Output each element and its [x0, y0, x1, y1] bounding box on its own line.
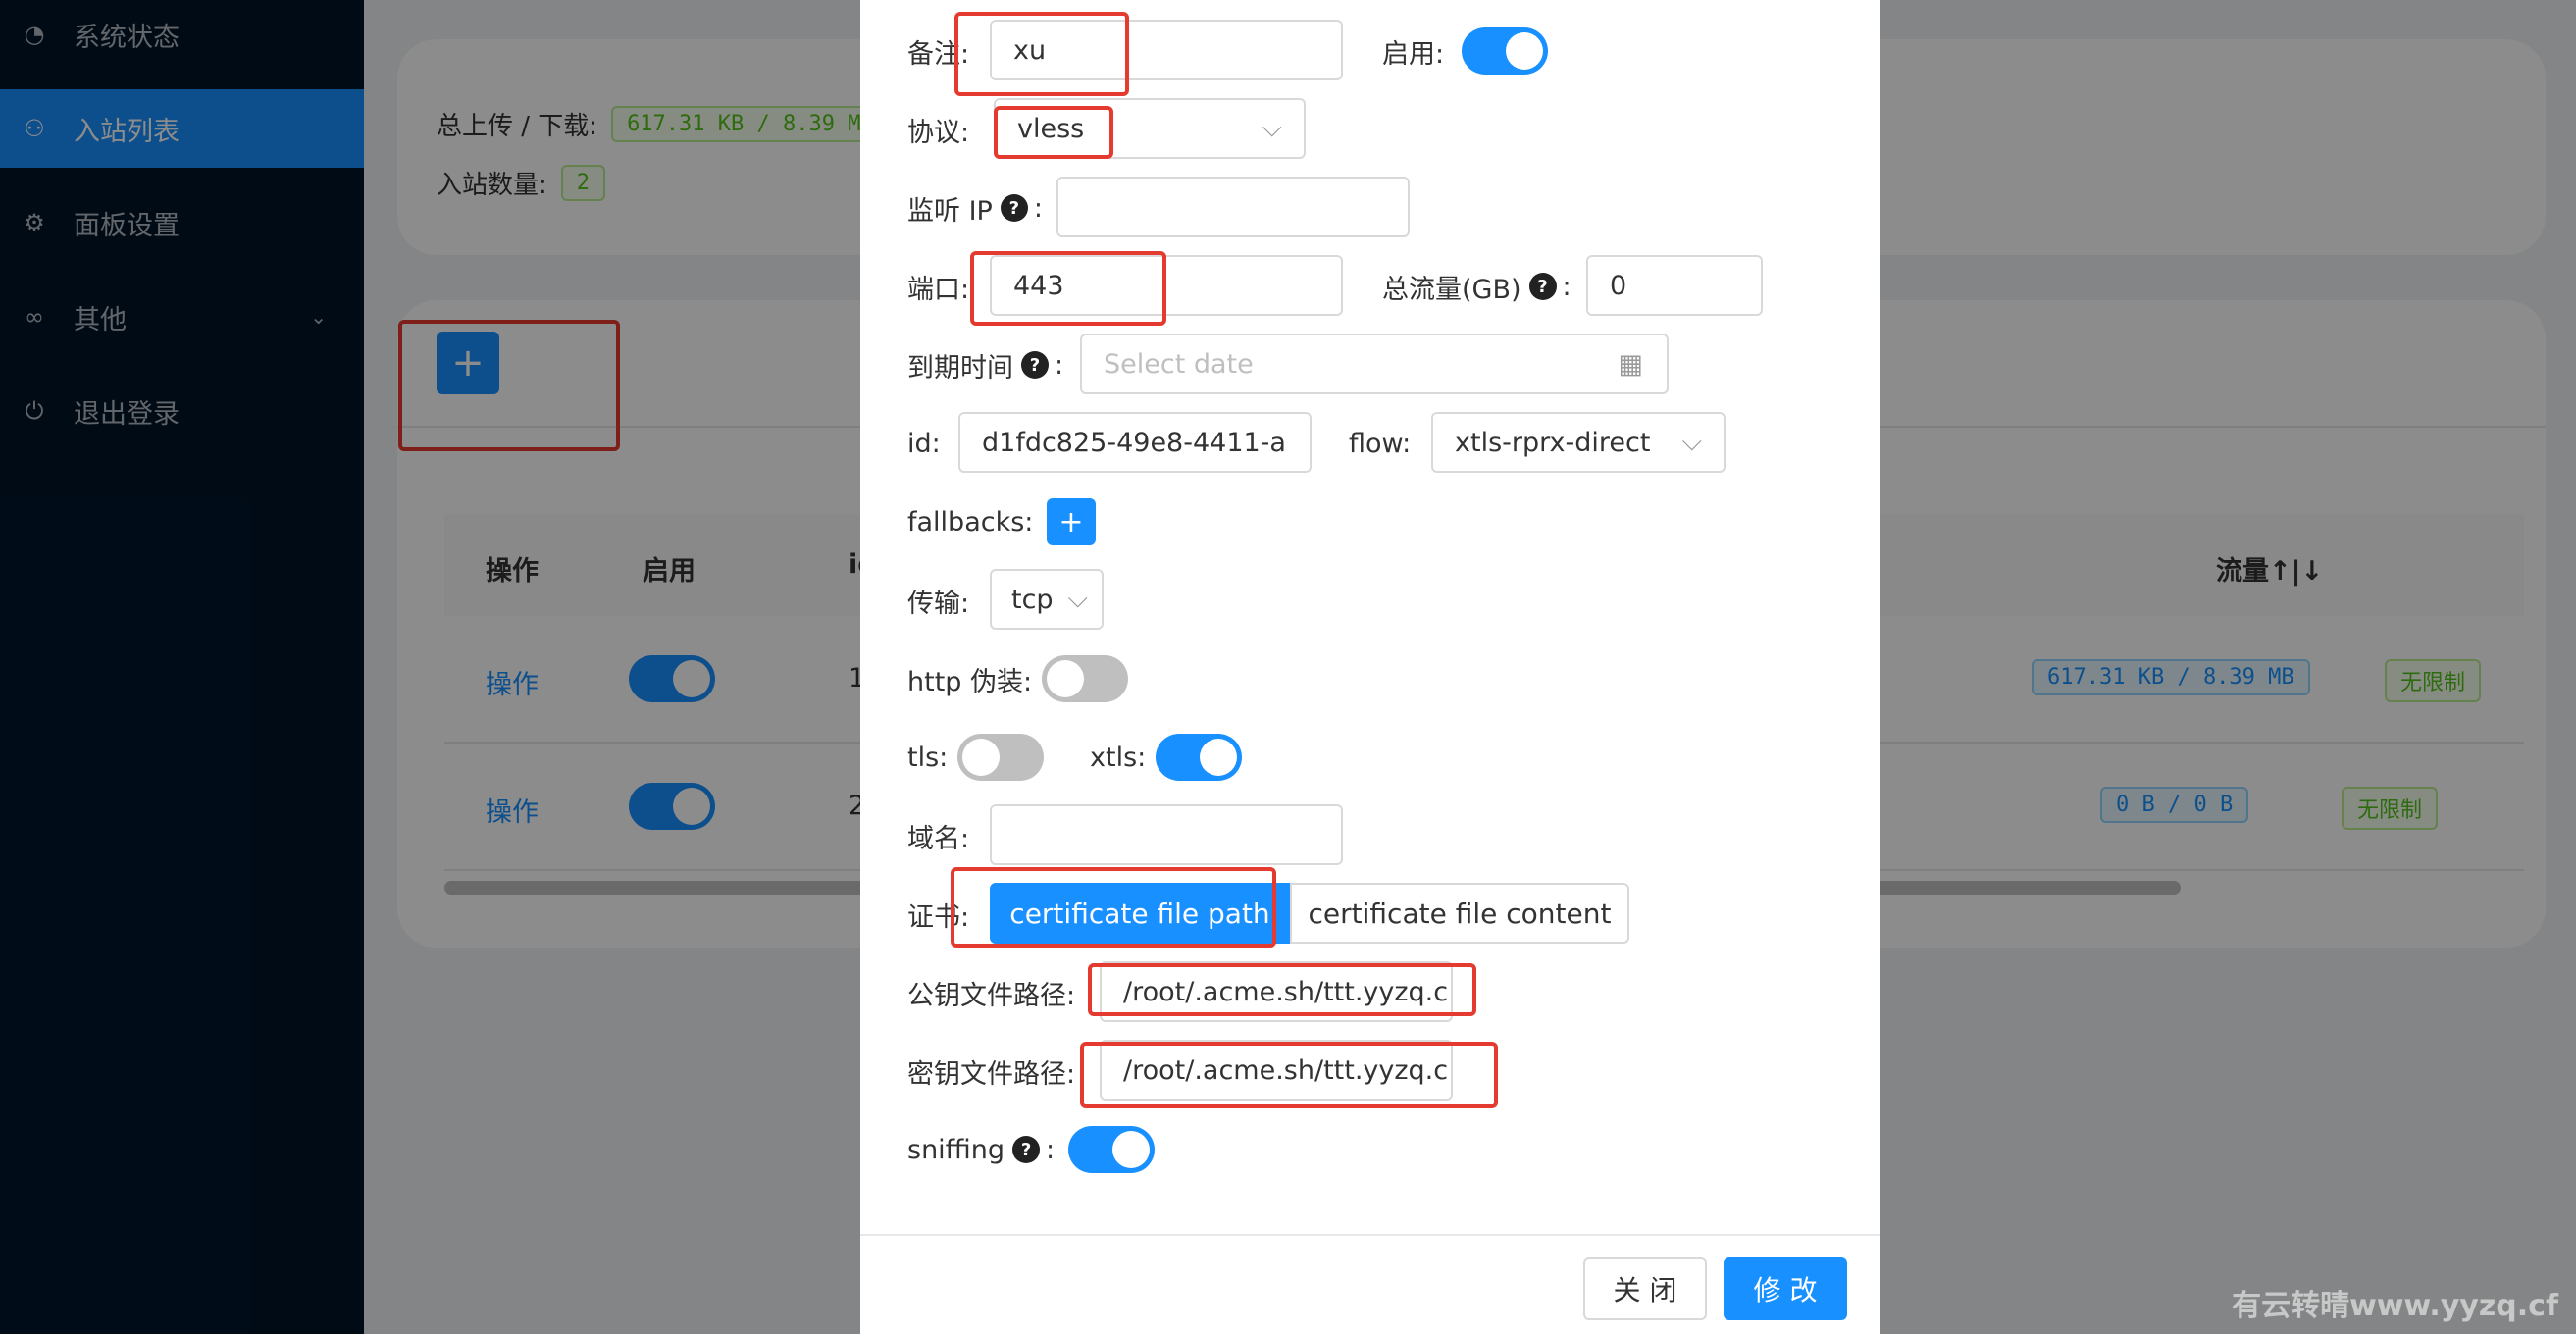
domain-row: 域名: [907, 804, 969, 867]
cert-content-tab[interactable]: certificate file content [1290, 883, 1629, 944]
close-button[interactable]: 关 闭 [1583, 1257, 1707, 1320]
watermark: 有云转晴www.yyzq.cf [2232, 1289, 2558, 1323]
xtls-label: xtls: [1090, 742, 1147, 773]
listen-ip-input[interactable] [1056, 177, 1410, 237]
help-icon[interactable]: ? [1021, 351, 1049, 379]
transport-select[interactable]: tcp ⌵ [990, 569, 1104, 630]
highlight-box [970, 251, 1166, 326]
enable-row: 启用: [1382, 20, 1549, 82]
fallbacks-label: fallbacks: [907, 506, 1034, 538]
chevron-down-icon: ⌵ [1681, 427, 1702, 457]
expire-row: 到期时间 ? : [907, 334, 1063, 396]
tls-label: tls: [907, 742, 949, 773]
total-traffic-row: 总流量(GB) ? : [1382, 255, 1571, 318]
help-icon[interactable]: ? [1000, 194, 1028, 222]
transport-row: 传输: [907, 569, 969, 632]
id-row: id: [907, 412, 941, 475]
enable-switch[interactable] [1462, 27, 1549, 75]
help-icon[interactable]: ? [1012, 1136, 1041, 1163]
pubkey-row: 公钥文件路径: [907, 961, 1075, 1024]
expire-placeholder: Select date [1104, 348, 1254, 380]
total-traffic-input[interactable]: 0 [1586, 255, 1763, 316]
sniffing-label: sniffing [907, 1134, 1005, 1165]
domain-input[interactable] [990, 804, 1343, 865]
privkey-label: 密钥文件路径: [907, 1058, 1076, 1090]
flow-select[interactable]: xtls-rprx-direct ⌵ [1431, 412, 1726, 473]
id-label: id: [907, 428, 941, 459]
highlight-box [951, 867, 1276, 948]
highlight-box [1080, 1042, 1498, 1108]
protocol-row: 协议: [907, 98, 969, 161]
listen-label: 监听 IP [907, 195, 993, 227]
domain-label: 域名: [907, 823, 970, 854]
highlight-box [954, 12, 1129, 96]
add-fallback-button[interactable]: + [1047, 498, 1096, 545]
uuid-input[interactable]: d1fdc825-49e8-4411-a [958, 412, 1312, 473]
protocol-label: 协议: [907, 117, 970, 148]
fallbacks-row: fallbacks: [907, 490, 1033, 553]
enable-label: 启用: [1382, 38, 1445, 70]
listen-row: 监听 IP ? : [907, 177, 1043, 239]
flow-row: flow: [1349, 412, 1411, 475]
port-row: 端口: [907, 255, 969, 318]
pubkey-label: 公钥文件路径: [907, 980, 1076, 1011]
chevron-down-icon: ⌵ [1067, 584, 1088, 614]
sniffing-switch[interactable] [1068, 1126, 1156, 1173]
privkey-row: 密钥文件路径: [907, 1040, 1075, 1103]
highlight-box [1088, 963, 1476, 1016]
edit-inbound-modal: 备注: xu 启用: 协议: vless ⌵ 监听 IP ? : 端口: 443… [860, 0, 1880, 1334]
http-row: http 伪装: [907, 647, 1129, 710]
xtls-row: xtls: [1090, 726, 1243, 789]
sniffing-row: sniffing ? : [907, 1118, 1156, 1181]
flow-label: flow: [1349, 428, 1412, 459]
http-switch[interactable] [1042, 655, 1129, 702]
calendar-icon: ▦ [1618, 348, 1643, 380]
port-label: 端口: [907, 274, 970, 305]
xtls-switch[interactable] [1156, 734, 1243, 781]
expire-label: 到期时间 [907, 352, 1013, 384]
expire-date-picker[interactable]: Select date ▦ [1080, 334, 1669, 394]
transport-label: 传输: [907, 588, 970, 619]
transport-value: tcp [1011, 584, 1054, 615]
http-label: http 伪装: [907, 666, 1033, 697]
help-icon[interactable]: ? [1528, 273, 1557, 300]
chevron-down-icon: ⌵ [1262, 113, 1282, 143]
tls-switch[interactable] [957, 734, 1045, 781]
submit-button[interactable]: 修 改 [1724, 1257, 1847, 1320]
total-label: 总流量(GB) [1382, 274, 1521, 305]
highlight-box [994, 106, 1113, 159]
modal-footer-divider [860, 1234, 1880, 1236]
flow-value: xtls-rprx-direct [1455, 427, 1651, 458]
tls-row: tls: [907, 726, 1045, 789]
